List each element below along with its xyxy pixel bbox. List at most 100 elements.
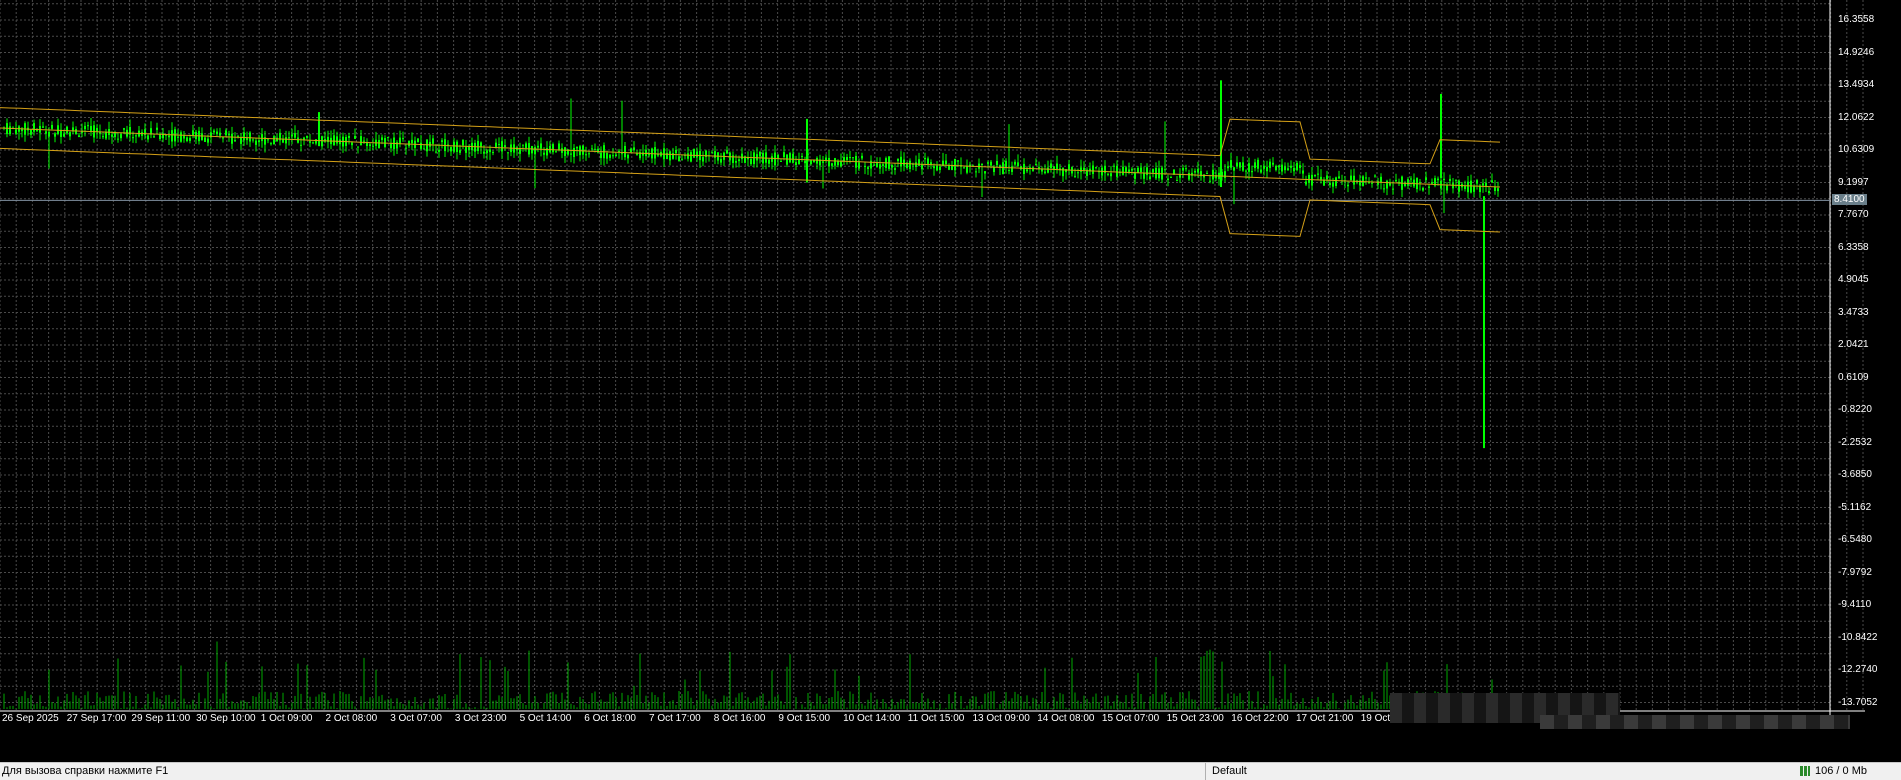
candle-body <box>606 152 608 159</box>
candle-body <box>915 162 917 168</box>
candle-body <box>1371 182 1373 184</box>
candle-body <box>432 138 434 144</box>
candle-body <box>1206 173 1208 175</box>
candle-body <box>1347 184 1349 187</box>
candle-body <box>1167 178 1169 181</box>
candle-body <box>477 140 479 151</box>
candle-body <box>753 152 755 165</box>
candle-body <box>720 159 722 163</box>
candle-body <box>1431 182 1433 184</box>
time-scale-label: 15 Oct 07:00 <box>1101 713 1160 724</box>
price-scale-label: 6.3358 <box>1838 241 1869 253</box>
candle-body <box>990 161 992 166</box>
candle-body <box>615 154 617 156</box>
candle-body <box>135 135 137 137</box>
candle-body <box>1017 162 1019 167</box>
candle-body <box>36 130 38 132</box>
candle-body <box>87 125 89 127</box>
candle-body <box>957 160 959 162</box>
candle-body <box>1476 180 1478 184</box>
candle-body <box>666 152 668 160</box>
candle-body <box>1068 164 1070 170</box>
candle-body <box>765 152 767 163</box>
candle-body <box>741 153 743 160</box>
candle-body <box>1482 183 1484 186</box>
candle-body <box>1236 162 1238 167</box>
candle-body <box>1224 171 1226 178</box>
candle-body <box>624 145 626 158</box>
candle-body <box>918 159 920 166</box>
candle-body <box>1374 175 1376 177</box>
candle-body <box>789 153 791 163</box>
candle-body <box>816 157 818 164</box>
chart-area[interactable]: 16.3558 14.9246 13.4934 12.0622 10.6309 9.199… <box>0 0 1877 729</box>
candle-body <box>9 126 11 135</box>
status-profile[interactable]: Default <box>1212 765 1247 777</box>
candle-body <box>1281 164 1283 172</box>
candle-body <box>405 147 407 149</box>
candle-body <box>1410 178 1412 180</box>
candle-body <box>132 137 134 139</box>
candle-body <box>99 132 101 134</box>
candle-body <box>1248 163 1250 172</box>
candle-body <box>537 145 539 148</box>
envelope-upper <box>0 107 1501 165</box>
candle-body <box>378 140 380 149</box>
candle-body <box>771 156 773 162</box>
candle-body <box>558 143 560 150</box>
candle-body <box>810 160 812 165</box>
candle-body <box>387 136 389 138</box>
price-chart[interactable] <box>0 0 1865 729</box>
time-scale-label: 5 Oct 14:00 <box>519 713 572 724</box>
candle-body <box>408 140 410 147</box>
candle-body <box>315 139 317 144</box>
candle-body <box>1197 168 1199 173</box>
candle-body <box>1131 168 1133 171</box>
candle-body <box>168 135 170 138</box>
candle-body <box>954 158 956 171</box>
candle-body <box>57 125 59 134</box>
candle-body <box>30 129 32 135</box>
candle-body <box>1110 173 1112 177</box>
time-scale-label: 8 Oct 16:00 <box>713 713 766 724</box>
candle-body <box>180 132 182 142</box>
candle-body <box>1005 160 1007 168</box>
candle-body <box>1260 169 1262 173</box>
candle-body <box>1188 173 1190 180</box>
candle-body <box>372 145 374 147</box>
time-scale-label: 29 Sep 11:00 <box>131 713 191 724</box>
candle-body <box>1407 179 1409 186</box>
candle-body <box>1428 186 1430 188</box>
candle-body <box>498 144 500 146</box>
candle-body <box>1008 170 1010 172</box>
candle-body <box>1149 176 1151 180</box>
candle-body <box>534 147 536 155</box>
candle-body <box>423 148 425 150</box>
candle-body <box>189 137 191 141</box>
candle-body <box>837 160 839 166</box>
candle-body <box>231 133 233 144</box>
time-scale-label: 2 Oct 08:00 <box>325 713 378 724</box>
candle-body <box>1284 166 1286 171</box>
candle-body <box>1314 174 1316 177</box>
candle-body <box>1035 163 1037 165</box>
price-scale-label: 16.3558 <box>1838 14 1875 25</box>
candle-body <box>987 162 989 164</box>
candle-body <box>69 132 71 137</box>
candle-body <box>591 148 593 150</box>
candle-body <box>804 160 806 164</box>
candle-body <box>1272 162 1274 165</box>
price-scale-label: 14.9246 <box>1838 46 1875 58</box>
price-scale-label: -0.8220 <box>1838 404 1872 415</box>
candle-body <box>255 140 257 145</box>
candle-body <box>333 135 335 146</box>
candle-body <box>381 137 383 141</box>
candle-body <box>1056 163 1058 170</box>
candle-body <box>171 130 173 142</box>
candle-body <box>1137 167 1139 173</box>
candle-body <box>186 137 188 142</box>
candle-body <box>390 143 392 149</box>
candle-body <box>1170 176 1172 178</box>
candle-body <box>897 158 899 162</box>
candle-body <box>267 139 269 141</box>
